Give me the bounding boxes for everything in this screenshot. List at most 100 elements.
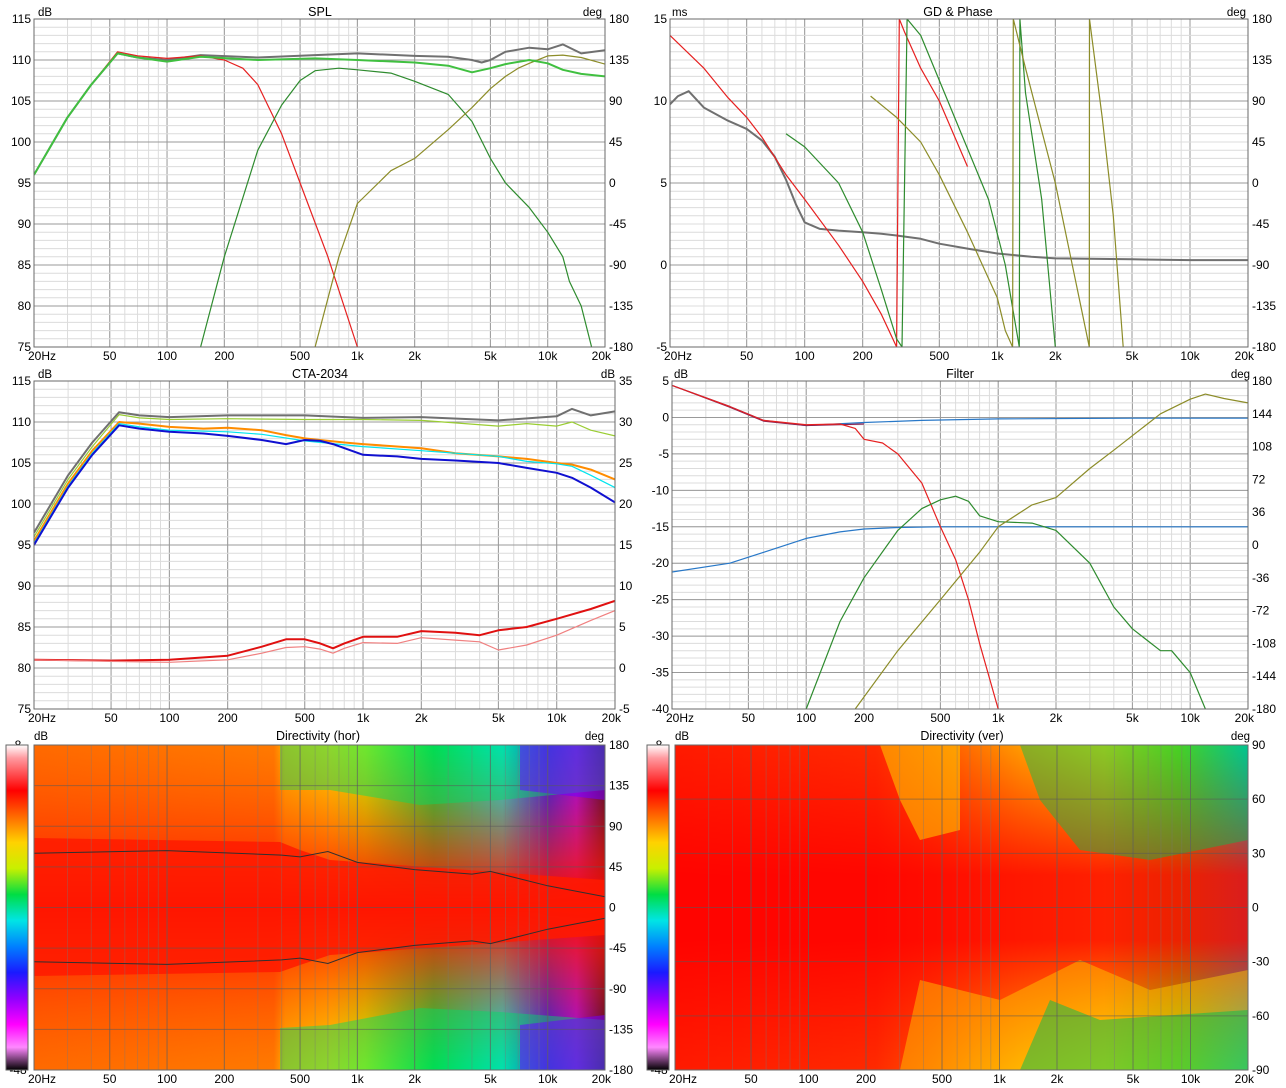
dir_ver-x-tick-label: 2k	[1051, 1072, 1065, 1086]
filter-y2-tick-label: -36	[1252, 571, 1270, 585]
gd-y-tick-label: 10	[654, 94, 668, 108]
dir_ver-y2-tick-label: 30	[1252, 846, 1266, 860]
filter-grid	[671, 380, 1249, 710]
cta-y2-tick-label: 20	[619, 497, 633, 511]
dir_hor-x-tick-label: 20Hz	[28, 1072, 56, 1086]
spl-y2-tick-label: 135	[609, 53, 629, 67]
spl-y2-tick-label: 0	[609, 176, 616, 190]
dir_hor-x-tick-label: 50	[103, 1072, 117, 1086]
cta-y2-tick-label: 0	[619, 661, 626, 675]
spl-x-tick-label: 50	[103, 349, 117, 363]
gd-title: GD & Phase	[923, 5, 993, 19]
cta-y2-tick-label: 30	[619, 415, 633, 429]
filter-y2-tick-label: 108	[1252, 440, 1272, 454]
dir_ver-x-tick-label: 20Hz	[669, 1072, 697, 1086]
spl-y2-tick-label: -135	[609, 299, 633, 313]
cta-title: CTA-2034	[292, 367, 348, 381]
cta-y-tick-label: 90	[18, 579, 32, 593]
spl-y-tick-label: 105	[11, 94, 31, 108]
cta-y-tick-label: 95	[18, 538, 32, 552]
dir_ver-y2-tick-label: 0	[1252, 901, 1259, 915]
filter-y2-tick-label: 72	[1252, 472, 1266, 486]
spl-x-tick-label: 500	[290, 349, 310, 363]
dir_ver-x-tick-label: 50	[744, 1072, 758, 1086]
filter-x-tick-label: 200	[854, 711, 874, 725]
dir_ver-y2-tick-label: -60	[1252, 1009, 1270, 1023]
dir_ver-x-tick-label: 5k	[1127, 1072, 1141, 1086]
gd-grid	[669, 18, 1249, 348]
spl-y-tick-label: 80	[18, 299, 32, 313]
dir-hor-left-unit: dB	[34, 731, 48, 743]
filter-y-tick-label: -20	[652, 556, 670, 570]
dir_ver-x-tick-label: 200	[856, 1072, 876, 1086]
dir-hor-right-unit: deg	[585, 731, 604, 743]
dir_ver-y2-tick-label: 90	[1252, 738, 1266, 752]
dir_hor-y2-tick-label: 90	[609, 819, 623, 833]
filter-plot-area	[672, 381, 1248, 709]
dir-ver-right-unit: deg	[1231, 731, 1250, 743]
dir_hor-y2-tick-label: 180	[609, 738, 629, 752]
cta-x-tick-label: 2k	[415, 711, 429, 725]
filter-y-tick-label: -10	[652, 483, 670, 497]
cta-y2-tick-label: 5	[619, 620, 626, 634]
spl-x-tick-label: 5k	[484, 349, 498, 363]
filter-y-tick-label: 5	[662, 374, 669, 388]
dir_hor-y2-tick-label: -90	[609, 982, 627, 996]
spl-y2-tick-label: -45	[609, 217, 627, 231]
gd-right-unit: deg	[1227, 7, 1246, 19]
gd-x-tick-label: 2k	[1049, 349, 1063, 363]
spl-x-tick-label: 100	[157, 349, 177, 363]
dir-ver-title: Directivity (ver)	[920, 729, 1003, 743]
dir_ver-x-tick-label: 20k	[1235, 1072, 1255, 1086]
gd-y2-tick-label: -180	[1252, 340, 1276, 354]
colorbar-ver	[646, 744, 670, 1071]
dir_hor-y2-tick-label: -180	[609, 1063, 633, 1077]
dir_hor-x-tick-label: 10k	[538, 1072, 558, 1086]
spl-y-tick-label: 110	[12, 53, 31, 67]
cta-x-tick-label: 10k	[547, 711, 567, 725]
spl-y-tick-label: 85	[18, 258, 32, 272]
cta-y2-tick-label: 10	[619, 579, 633, 593]
filter-y-tick-label: -25	[652, 593, 670, 607]
dir_ver-x-tick-label: 1k	[993, 1072, 1007, 1086]
dir_hor-x-tick-label: 20k	[592, 1072, 612, 1086]
filter-y-tick-label: -30	[652, 629, 670, 643]
gd-y2-tick-label: -135	[1252, 299, 1276, 313]
cta-x-tick-label: 500	[295, 711, 315, 725]
dir_ver-x-tick-label: 500	[932, 1072, 952, 1086]
dir_hor-x-tick-label: 100	[157, 1072, 177, 1086]
filter-title: Filter	[946, 367, 974, 381]
gd-y2-tick-label: 0	[1252, 176, 1259, 190]
gd-y2-tick-label: 180	[1252, 12, 1272, 26]
dir_ver-x-tick-label: 100	[798, 1072, 818, 1086]
spl-left-unit: dB	[38, 7, 52, 19]
dir_hor-y2-tick-label: 0	[609, 901, 616, 915]
filter-x-tick-label: 20Hz	[666, 711, 694, 725]
cta-x-tick-label: 20k	[602, 711, 622, 725]
measurement-dashboard: 115110105100959085807518013590450-45-90-…	[5, 5, 1276, 1086]
gd-y2-tick-label: -45	[1252, 217, 1270, 231]
gd-x-tick-label: 1k	[991, 349, 1005, 363]
filter-x-tick-label: 10k	[1181, 711, 1201, 725]
colorbar-hor	[5, 744, 29, 1071]
gd-x-tick-label: 100	[795, 349, 815, 363]
cta-x-tick-label: 100	[159, 711, 179, 725]
spl-y2-tick-label: 45	[609, 135, 623, 149]
filter-y2-tick-label: 0	[1252, 538, 1259, 552]
gd-x-tick-label: 5k	[1126, 349, 1140, 363]
spl-x-tick-label: 1k	[351, 349, 365, 363]
filter-x-tick-label: 1k	[992, 711, 1006, 725]
cta-left-unit: dB	[38, 369, 52, 381]
gd-y2-tick-label: 45	[1252, 135, 1266, 149]
spl-y2-tick-label: -90	[609, 258, 627, 272]
spl-y-tick-label: 100	[11, 135, 31, 149]
gd-x-tick-label: 10k	[1180, 349, 1200, 363]
dir_ver-x-tick-label: 10k	[1181, 1072, 1201, 1086]
cta-y-tick-label: 110	[12, 415, 31, 429]
gd-y-tick-label: 0	[660, 258, 667, 272]
filter-x-tick-label: 2k	[1050, 711, 1064, 725]
filter-y2-tick-label: 180	[1252, 374, 1272, 388]
dir_hor-y2-tick-label: -45	[609, 941, 627, 955]
dir_hor-x-tick-label: 1k	[351, 1072, 365, 1086]
spl-y2-tick-label: -180	[609, 340, 633, 354]
